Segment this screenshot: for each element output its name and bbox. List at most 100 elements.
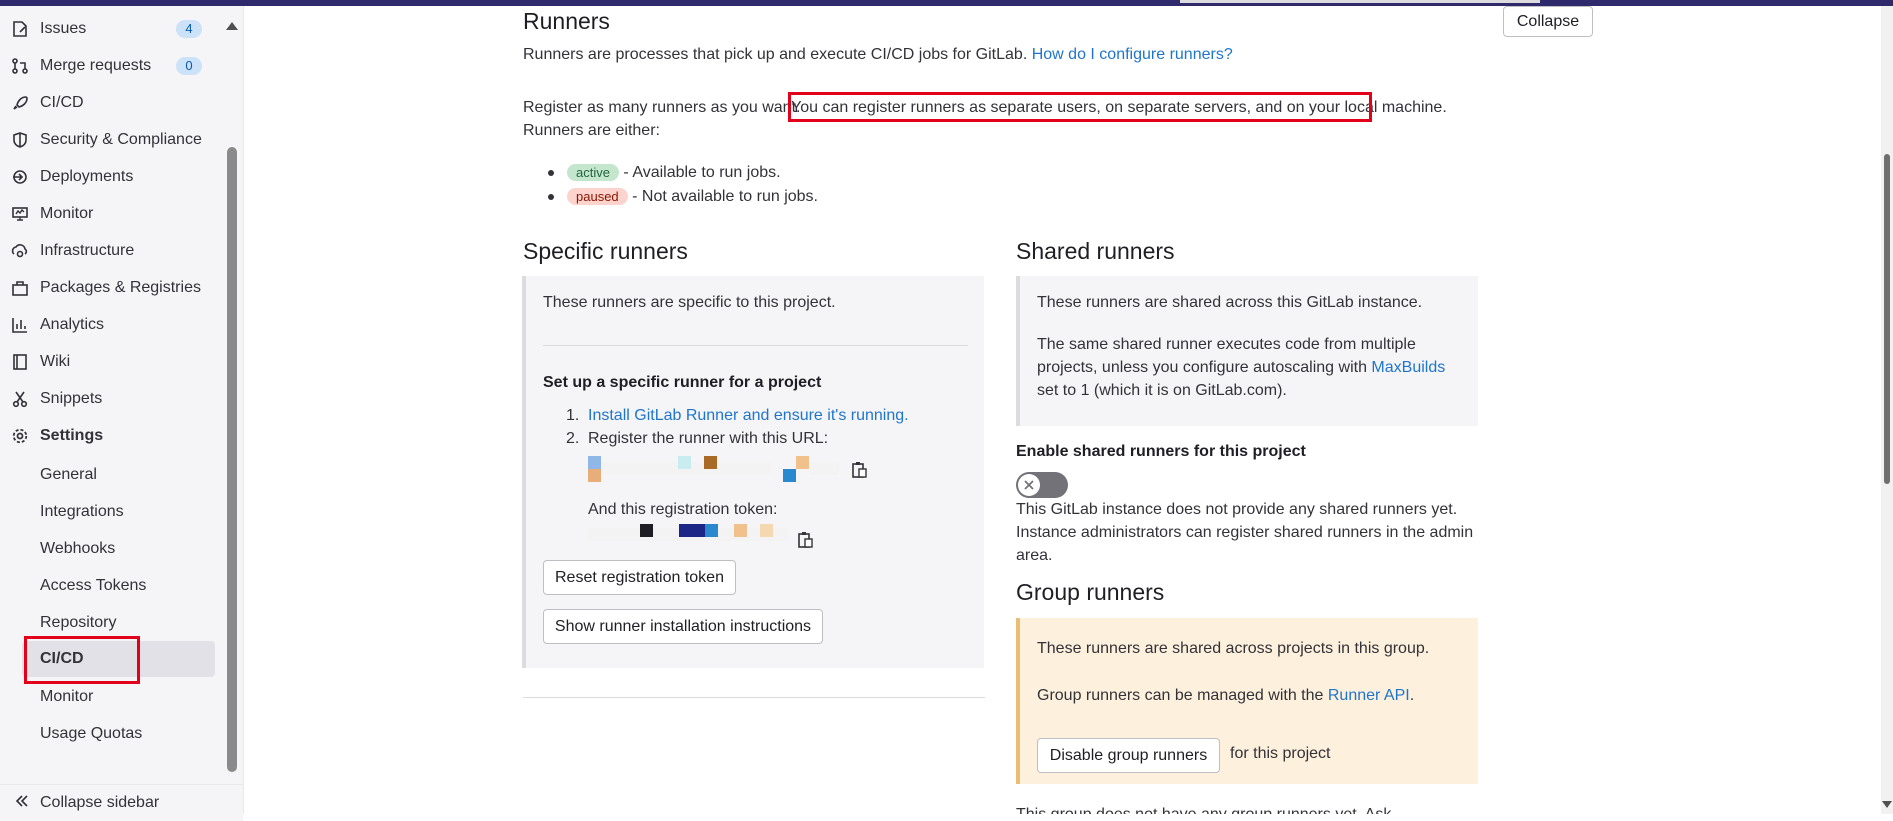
- shared-runners-toggle[interactable]: [1016, 472, 1068, 498]
- monitor-icon: [10, 204, 30, 224]
- highlight-box-register: [788, 92, 1372, 122]
- page-title: Runners: [523, 8, 610, 34]
- sidebar-item-label: Infrastructure: [40, 242, 135, 259]
- shared-runners-p2-line2: projects, unless you configure autoscali…: [1037, 359, 1445, 377]
- group-runners-manage-text: Group runners can be managed with the Ru…: [1037, 687, 1414, 705]
- shared-runners-note-line3: area.: [1016, 547, 1053, 564]
- gear-icon: [10, 426, 30, 446]
- specific-runners-heading: Specific runners: [523, 238, 688, 264]
- settings-sub-monitor[interactable]: Monitor: [40, 688, 93, 706]
- scroll-down-arrow-icon[interactable]: [1882, 801, 1892, 808]
- toggle-off-x-icon: [1018, 474, 1040, 496]
- page-scrollbar-thumb[interactable]: [1884, 154, 1890, 484]
- sidebar-item-analytics[interactable]: Analytics: [0, 308, 220, 342]
- chart-icon: [10, 315, 30, 335]
- copy-token-clipboard-icon[interactable]: [796, 530, 814, 550]
- shared-runners-panel: These runners are shared across this Git…: [1016, 276, 1478, 426]
- register-url-label: Register the runner with this URL:: [588, 430, 829, 447]
- active-badge: active: [567, 164, 619, 181]
- group-runners-desc: These runners are shared across projects…: [1037, 640, 1430, 657]
- specific-runners-desc: These runners are specific to this proje…: [543, 294, 836, 311]
- state-paused-text: - Not available to run jobs.: [632, 188, 818, 205]
- settings-sub-repository[interactable]: Repository: [40, 614, 116, 632]
- issues-icon: [10, 19, 30, 39]
- sidebar-item-label: Packages & Registries: [40, 279, 201, 296]
- highlight-box-cicd: [24, 636, 140, 684]
- register-text: Register as many runners as you want.: [523, 99, 801, 116]
- main-content: Runners Collapse Runners are processes t…: [243, 6, 1893, 814]
- double-chevron-left-icon: [14, 793, 30, 814]
- sidebar-item-label: Merge requests: [40, 57, 152, 74]
- reset-registration-token-button[interactable]: Reset registration token: [543, 560, 736, 595]
- shared-runners-desc: These runners are shared across this Git…: [1037, 294, 1423, 311]
- specific-runners-panel: These runners are specific to this proje…: [522, 276, 984, 668]
- settings-sub-usage-quotas[interactable]: Usage Quotas: [40, 725, 142, 743]
- scroll-up-arrow-icon[interactable]: [226, 22, 238, 30]
- scissors-icon: [10, 389, 30, 409]
- sidebar-item-label: Security & Compliance: [40, 131, 202, 148]
- settings-sub-access-tokens[interactable]: Access Tokens: [40, 577, 146, 595]
- runner-api-link[interactable]: Runner API: [1328, 687, 1410, 704]
- shared-runners-p2-line3: set to 1 (which it is on GitLab.com).: [1037, 382, 1287, 399]
- settings-sub-integrations[interactable]: Integrations: [40, 503, 124, 521]
- state-active-text: - Available to run jobs.: [623, 164, 781, 181]
- collapse-button[interactable]: Collapse: [1503, 6, 1593, 37]
- shared-runners-heading: Shared runners: [1016, 238, 1175, 264]
- install-runner-link[interactable]: Install GitLab Runner and ensure it's ru…: [588, 407, 909, 425]
- sidebar-item-packages[interactable]: Packages & Registries: [0, 271, 220, 305]
- panel-divider: [543, 345, 968, 346]
- project-sidebar: Issues 4 Merge requests 0 CI/CD Security…: [0, 6, 244, 821]
- sidebar-item-issues[interactable]: Issues 4: [0, 12, 220, 46]
- runners-intro: Runners are processes that pick up and e…: [523, 46, 1233, 64]
- sidebar-item-label: Settings: [40, 427, 104, 444]
- shared-runners-note-line2: Instance administrators can register sha…: [1016, 524, 1474, 541]
- book-icon: [10, 352, 30, 372]
- sidebar-scrollbar[interactable]: [226, 12, 238, 772]
- sidebar-item-label: Monitor: [40, 205, 94, 222]
- setup-title: Set up a specific runner for a project: [543, 374, 822, 391]
- rocket-icon: [10, 93, 30, 113]
- show-runner-instructions-button[interactable]: Show runner installation instructions: [543, 609, 823, 644]
- sidebar-item-deployments[interactable]: Deployments: [0, 160, 220, 194]
- collapse-sidebar-button[interactable]: Collapse sidebar: [0, 784, 243, 821]
- copy-url-clipboard-icon[interactable]: [850, 460, 868, 480]
- group-runners-cut-text: This group does not have any group runne…: [1016, 806, 1391, 814]
- sidebar-item-label: Wiki: [40, 353, 71, 370]
- package-icon: [10, 278, 30, 298]
- deployments-icon: [10, 167, 30, 187]
- paused-badge: paused: [567, 188, 628, 205]
- runners-either-text: Runners are either:: [523, 122, 660, 139]
- sidebar-item-label: CI/CD: [40, 94, 84, 111]
- sidebar-item-infrastructure[interactable]: Infrastructure: [0, 234, 220, 268]
- section-divider: [523, 697, 985, 698]
- sidebar-item-security[interactable]: Security & Compliance: [0, 123, 220, 157]
- page-scrollbar[interactable]: [1881, 6, 1893, 814]
- shared-runners-p2-text: projects, unless you configure autoscali…: [1037, 359, 1367, 376]
- group-runners-panel: These runners are shared across projects…: [1016, 618, 1478, 784]
- sidebar-item-wiki[interactable]: Wiki: [0, 345, 220, 379]
- maxbuilds-link[interactable]: MaxBuilds: [1371, 359, 1445, 376]
- issues-count-badge: 4: [176, 20, 202, 38]
- sidebar-item-monitor[interactable]: Monitor: [0, 197, 220, 231]
- search-bar-edge[interactable]: [1180, 0, 1540, 3]
- sidebar-item-cicd[interactable]: CI/CD: [0, 86, 220, 120]
- state-active-row: active - Available to run jobs.: [567, 164, 781, 182]
- settings-sub-general[interactable]: General: [40, 466, 97, 484]
- merge-requests-count-badge: 0: [176, 57, 202, 75]
- sidebar-item-settings[interactable]: Settings: [0, 419, 220, 453]
- group-runners-heading: Group runners: [1016, 579, 1165, 605]
- cloud-gear-icon: [10, 241, 30, 261]
- configure-runners-link[interactable]: How do I configure runners?: [1032, 46, 1233, 63]
- disable-group-runners-button[interactable]: Disable group runners: [1037, 738, 1220, 773]
- sidebar-item-label: Snippets: [40, 390, 103, 407]
- settings-sub-webhooks[interactable]: Webhooks: [40, 540, 115, 558]
- sidebar-item-snippets[interactable]: Snippets: [0, 382, 220, 416]
- shared-runners-p2-line1: The same shared runner executes code fro…: [1037, 336, 1416, 353]
- shield-icon: [10, 130, 30, 150]
- sidebar-item-merge-requests[interactable]: Merge requests 0: [0, 49, 220, 83]
- group-runners-manage-prefix: Group runners can be managed with the: [1037, 687, 1324, 704]
- sidebar-item-label: Deployments: [40, 168, 134, 185]
- intro-text: Runners are processes that pick up and e…: [523, 46, 1028, 63]
- sidebar-scrollbar-thumb[interactable]: [227, 147, 237, 772]
- step-1-number: 1.: [566, 407, 580, 424]
